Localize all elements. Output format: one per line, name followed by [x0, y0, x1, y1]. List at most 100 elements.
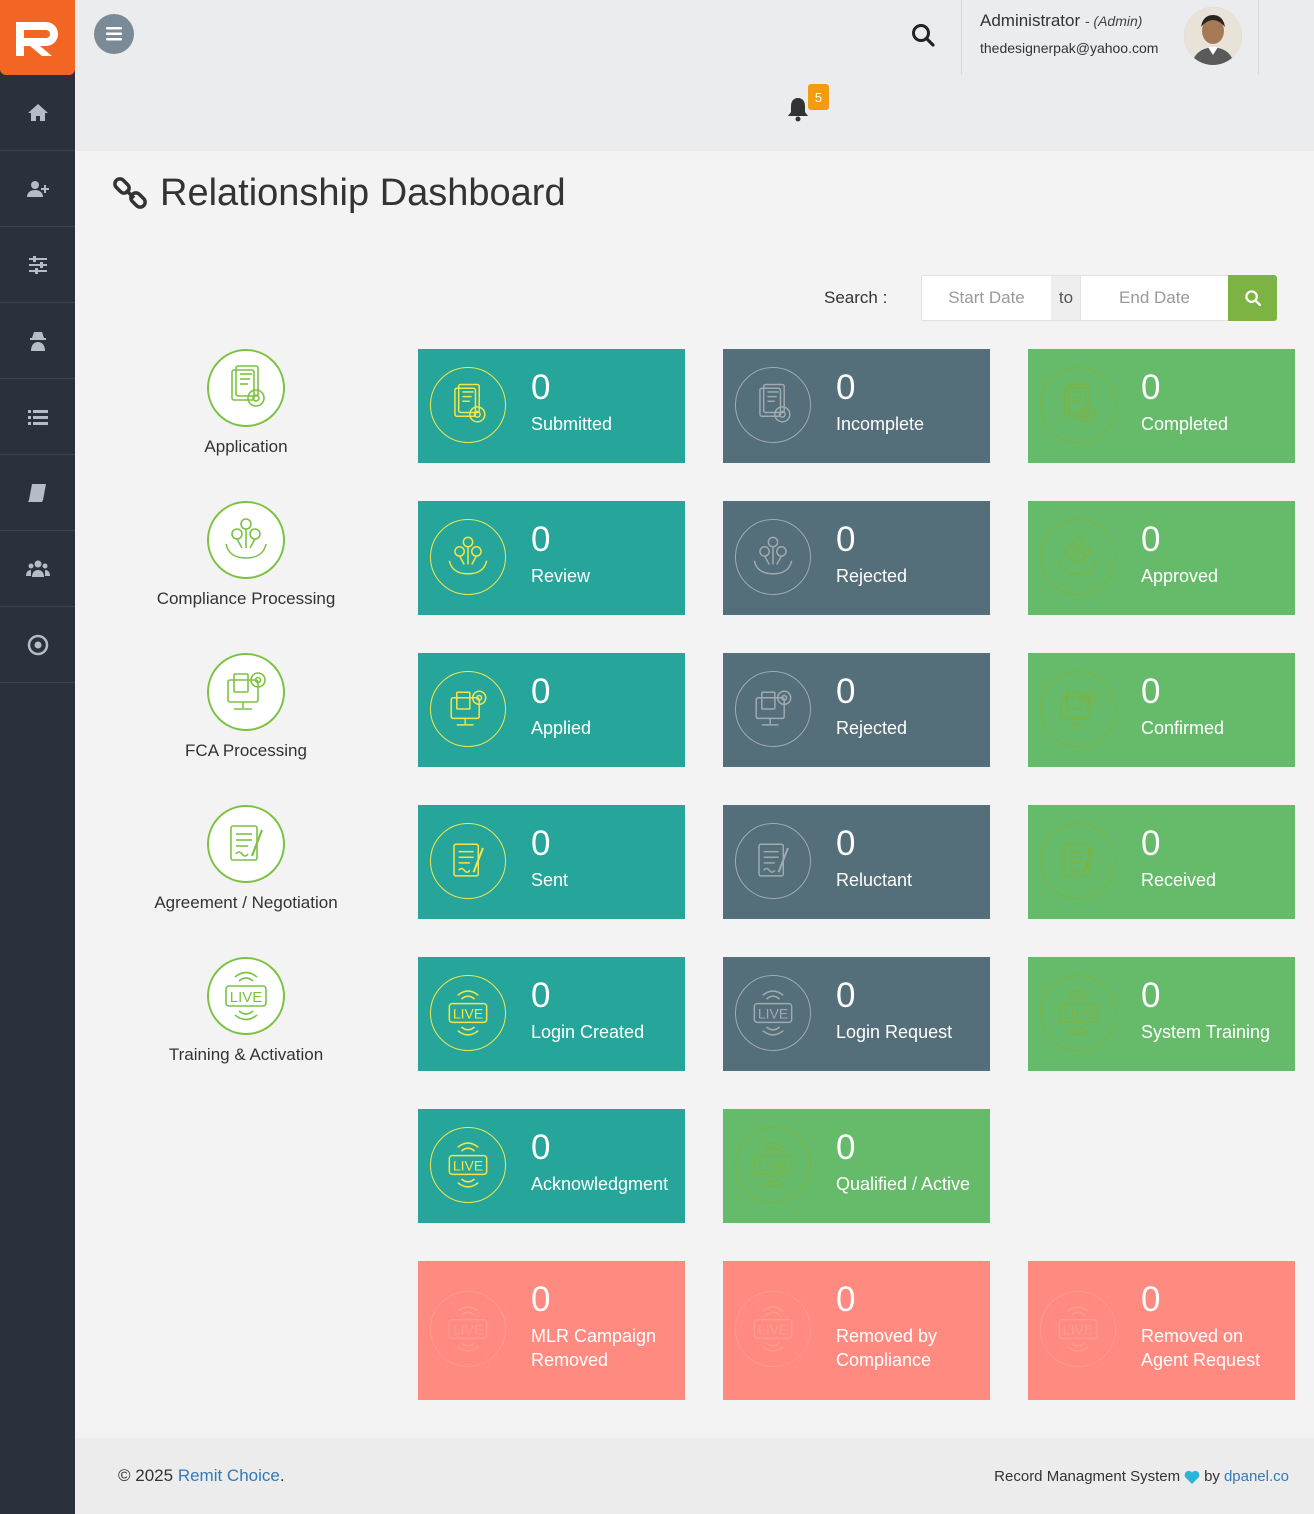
card-value: 0	[1141, 368, 1161, 407]
card-label: Reluctant	[836, 870, 913, 890]
card-label: Login Request	[836, 1022, 953, 1042]
live-icon	[430, 975, 506, 1051]
card-removed-compliance[interactable]: 0 Removed by Compliance	[723, 1261, 990, 1400]
compliance-icon	[735, 519, 811, 595]
card-value: 0	[531, 824, 551, 863]
live-icon	[1040, 975, 1116, 1051]
sidebar-item-list[interactable]	[0, 379, 75, 455]
card-mlr-removed[interactable]: 0 MLR Campaign Removed	[418, 1261, 685, 1400]
removed-icon	[1040, 1291, 1116, 1367]
by-label: by	[1204, 1468, 1220, 1485]
card-system-training[interactable]: 0 System Training	[1028, 957, 1295, 1071]
sidebar	[0, 0, 75, 1514]
card-rejected-fca[interactable]: 0 Rejected	[723, 653, 990, 767]
sidebar-item-target[interactable]	[0, 607, 75, 683]
sidebar-item-agents[interactable]	[0, 303, 75, 379]
end-date-input[interactable]	[1080, 275, 1229, 321]
card-label: Incomplete	[836, 414, 925, 434]
card-qualified-active[interactable]: 0 Qualified / Active	[723, 1109, 990, 1223]
sidebar-item-book[interactable]	[0, 455, 75, 531]
live-icon	[735, 1127, 811, 1203]
card-value: 0	[531, 1128, 551, 1167]
fca-icon	[1040, 671, 1116, 747]
sidebar-item-home[interactable]	[0, 75, 75, 151]
page-heading: Relationship Dashboard	[160, 172, 566, 214]
compliance-icon	[1040, 519, 1116, 595]
card-applied[interactable]: 0 Applied	[418, 653, 685, 767]
user-role: - (Admin)	[1084, 13, 1143, 29]
card-value: 0	[531, 976, 551, 1015]
sliders-icon	[28, 255, 47, 274]
bell-icon[interactable]	[786, 96, 810, 122]
search-icon[interactable]	[910, 22, 936, 48]
user-name: Administrator - (Admin)	[980, 11, 1143, 30]
card-approved[interactable]: 0 Approved	[1028, 501, 1295, 615]
search-label: Search :	[824, 288, 888, 307]
hamburger-icon	[106, 27, 122, 41]
card-acknowledgment[interactable]: 0 Acknowledgment	[418, 1109, 685, 1223]
card-value: 0	[1141, 672, 1161, 711]
menu-toggle-button[interactable]	[94, 14, 134, 54]
removed-icon	[735, 1291, 811, 1367]
book-icon	[27, 483, 46, 502]
compliance-icon	[430, 519, 506, 595]
dpanel-link[interactable]: dpanel.co	[1224, 1468, 1289, 1485]
company-link[interactable]: Remit Choice	[178, 1466, 280, 1485]
date-search-button[interactable]	[1228, 275, 1277, 321]
application-icon	[1040, 367, 1116, 443]
card-value: 0	[836, 824, 856, 863]
page-title: Relationship Dashboard	[112, 172, 566, 215]
agreement-icon	[430, 823, 506, 899]
card-value: 0	[1141, 976, 1161, 1015]
user-profile[interactable]: Administrator - (Admin) thedesignerpak@y…	[961, 0, 1259, 75]
sidebar-item-settings[interactable]	[0, 227, 75, 303]
heart-icon	[1184, 1470, 1200, 1484]
agreement-icon	[1040, 823, 1116, 899]
card-reluctant[interactable]: 0 Reluctant	[723, 805, 990, 919]
card-label: Login Created	[531, 1022, 645, 1042]
card-label: Acknowledgment	[531, 1174, 669, 1194]
card-label: Qualified / Active	[836, 1174, 971, 1194]
card-label: MLR Campaign Removed	[531, 1326, 657, 1370]
card-label: Removed by Compliance	[836, 1326, 938, 1370]
sidebar-item-add-user[interactable]	[0, 151, 75, 227]
user-plus-icon	[26, 180, 49, 197]
category-compliance: Compliance Processing	[136, 501, 356, 609]
card-label: Submitted	[531, 414, 613, 434]
category-label: Agreement / Negotiation	[154, 893, 338, 912]
card-submitted[interactable]: 0 Submitted	[418, 349, 685, 463]
card-label: Removed on Agent Request	[1141, 1326, 1261, 1370]
card-confirmed[interactable]: 0 Confirmed	[1028, 653, 1295, 767]
card-incomplete[interactable]: 0 Incomplete	[723, 349, 990, 463]
fca-icon	[735, 671, 811, 747]
footer-credit: Record Managment System by dpanel.co	[994, 1468, 1289, 1485]
card-label: Applied	[531, 718, 592, 738]
card-removed-agent[interactable]: 0 Removed on Agent Request	[1028, 1261, 1295, 1400]
sidebar-item-users[interactable]	[0, 531, 75, 607]
copyright-period: .	[279, 1466, 285, 1485]
card-label: Confirmed	[1141, 718, 1225, 738]
brand-logo[interactable]	[0, 0, 75, 75]
category-label: Application	[204, 437, 288, 456]
card-value: 0	[1141, 520, 1161, 559]
category-agreement: Agreement / Negotiation	[136, 805, 356, 913]
live-icon	[430, 1127, 506, 1203]
card-sent[interactable]: 0 Sent	[418, 805, 685, 919]
card-completed[interactable]: 0 Completed	[1028, 349, 1295, 463]
compliance-icon	[207, 501, 285, 579]
start-date-input[interactable]	[921, 275, 1052, 321]
dot-circle-icon	[27, 634, 48, 655]
user-email: thedesignerpak@yahoo.com	[980, 40, 1159, 56]
application-icon	[207, 349, 285, 427]
card-review[interactable]: 0 Review	[418, 501, 685, 615]
avatar[interactable]	[1184, 7, 1242, 65]
card-value: 0	[531, 520, 551, 559]
card-login-request[interactable]: 0 Login Request	[723, 957, 990, 1071]
date-range-separator: to	[1051, 275, 1081, 321]
card-login-created[interactable]: 0 Login Created	[418, 957, 685, 1071]
home-icon	[27, 103, 48, 121]
card-value: 0	[1141, 824, 1161, 863]
card-received[interactable]: 0 Received	[1028, 805, 1295, 919]
card-label: Sent	[531, 870, 569, 890]
card-rejected-compliance[interactable]: 0 Rejected	[723, 501, 990, 615]
